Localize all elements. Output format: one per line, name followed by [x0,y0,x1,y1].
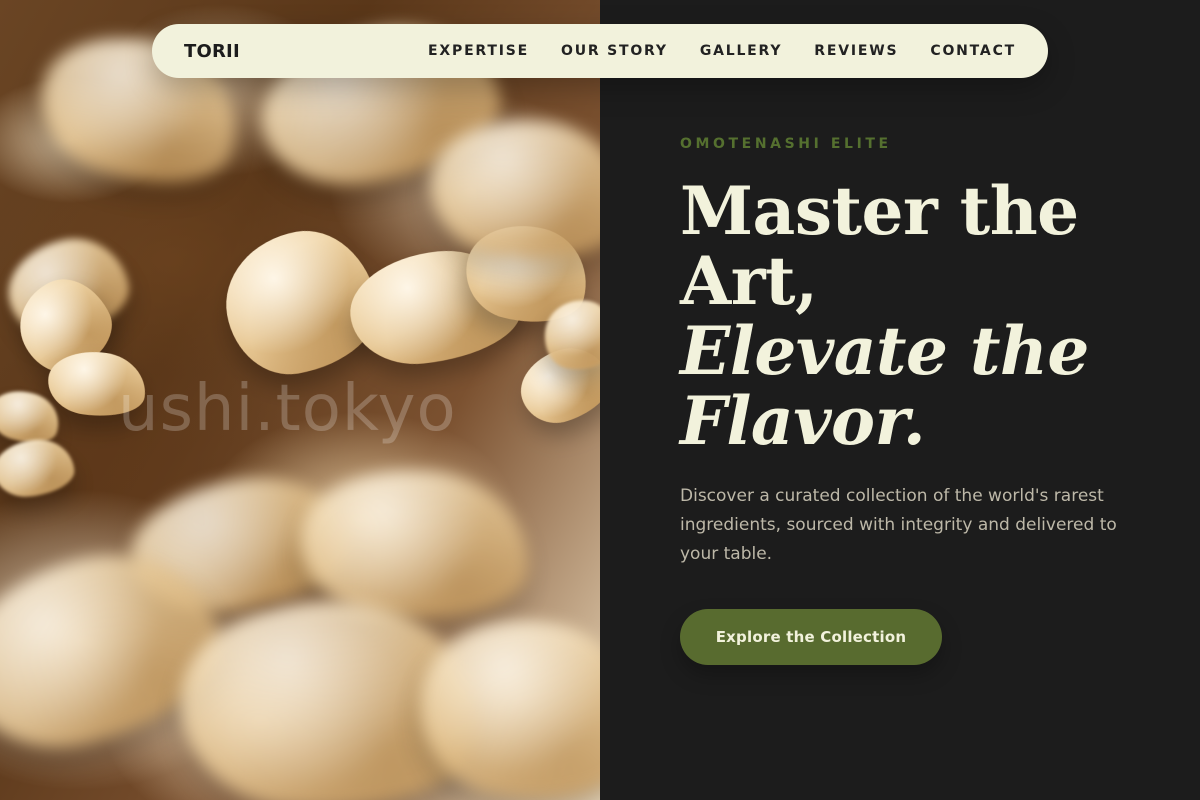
hero-eyebrow: OMOTENASHI ELITE [680,136,892,152]
hero-description: Discover a curated collection of the wor… [680,486,1117,564]
top-navigation: TORII EXPERTISE OUR STORY GALLERY REVIEW… [152,24,1048,78]
nav-link-reviews[interactable]: REVIEWS [814,43,898,59]
hero-headline-line-1: Master the [680,172,1079,250]
nav-link-gallery[interactable]: GALLERY [700,43,782,59]
nav-link-our-story[interactable]: OUR STORY [561,43,668,59]
hero-headline-line-3: Elevate the [680,312,1089,390]
nav-link-contact[interactable]: CONTACT [930,43,1016,59]
brand-logo[interactable]: TORII [184,41,240,62]
hero-photo: ushi.tokyo [0,0,600,800]
explore-collection-button[interactable]: Explore the Collection [680,609,942,665]
hero-headline: Master the Art, Elevate the Flavor. [680,176,1140,456]
hero-headline-line-4: Flavor. [680,382,926,460]
watermark: ushi.tokyo [118,372,457,446]
hero-content: OMOTENASHI ELITE Master the Art, Elevate… [680,136,1140,665]
nav-link-expertise[interactable]: EXPERTISE [428,43,529,59]
landing-page: ushi.tokyo TORII EXPERTISE OUR STORY GAL… [0,0,1200,800]
hero-headline-line-2: Art, [680,242,818,320]
nav-links: EXPERTISE OUR STORY GALLERY REVIEWS CONT… [428,43,1016,59]
cashew [0,436,77,500]
